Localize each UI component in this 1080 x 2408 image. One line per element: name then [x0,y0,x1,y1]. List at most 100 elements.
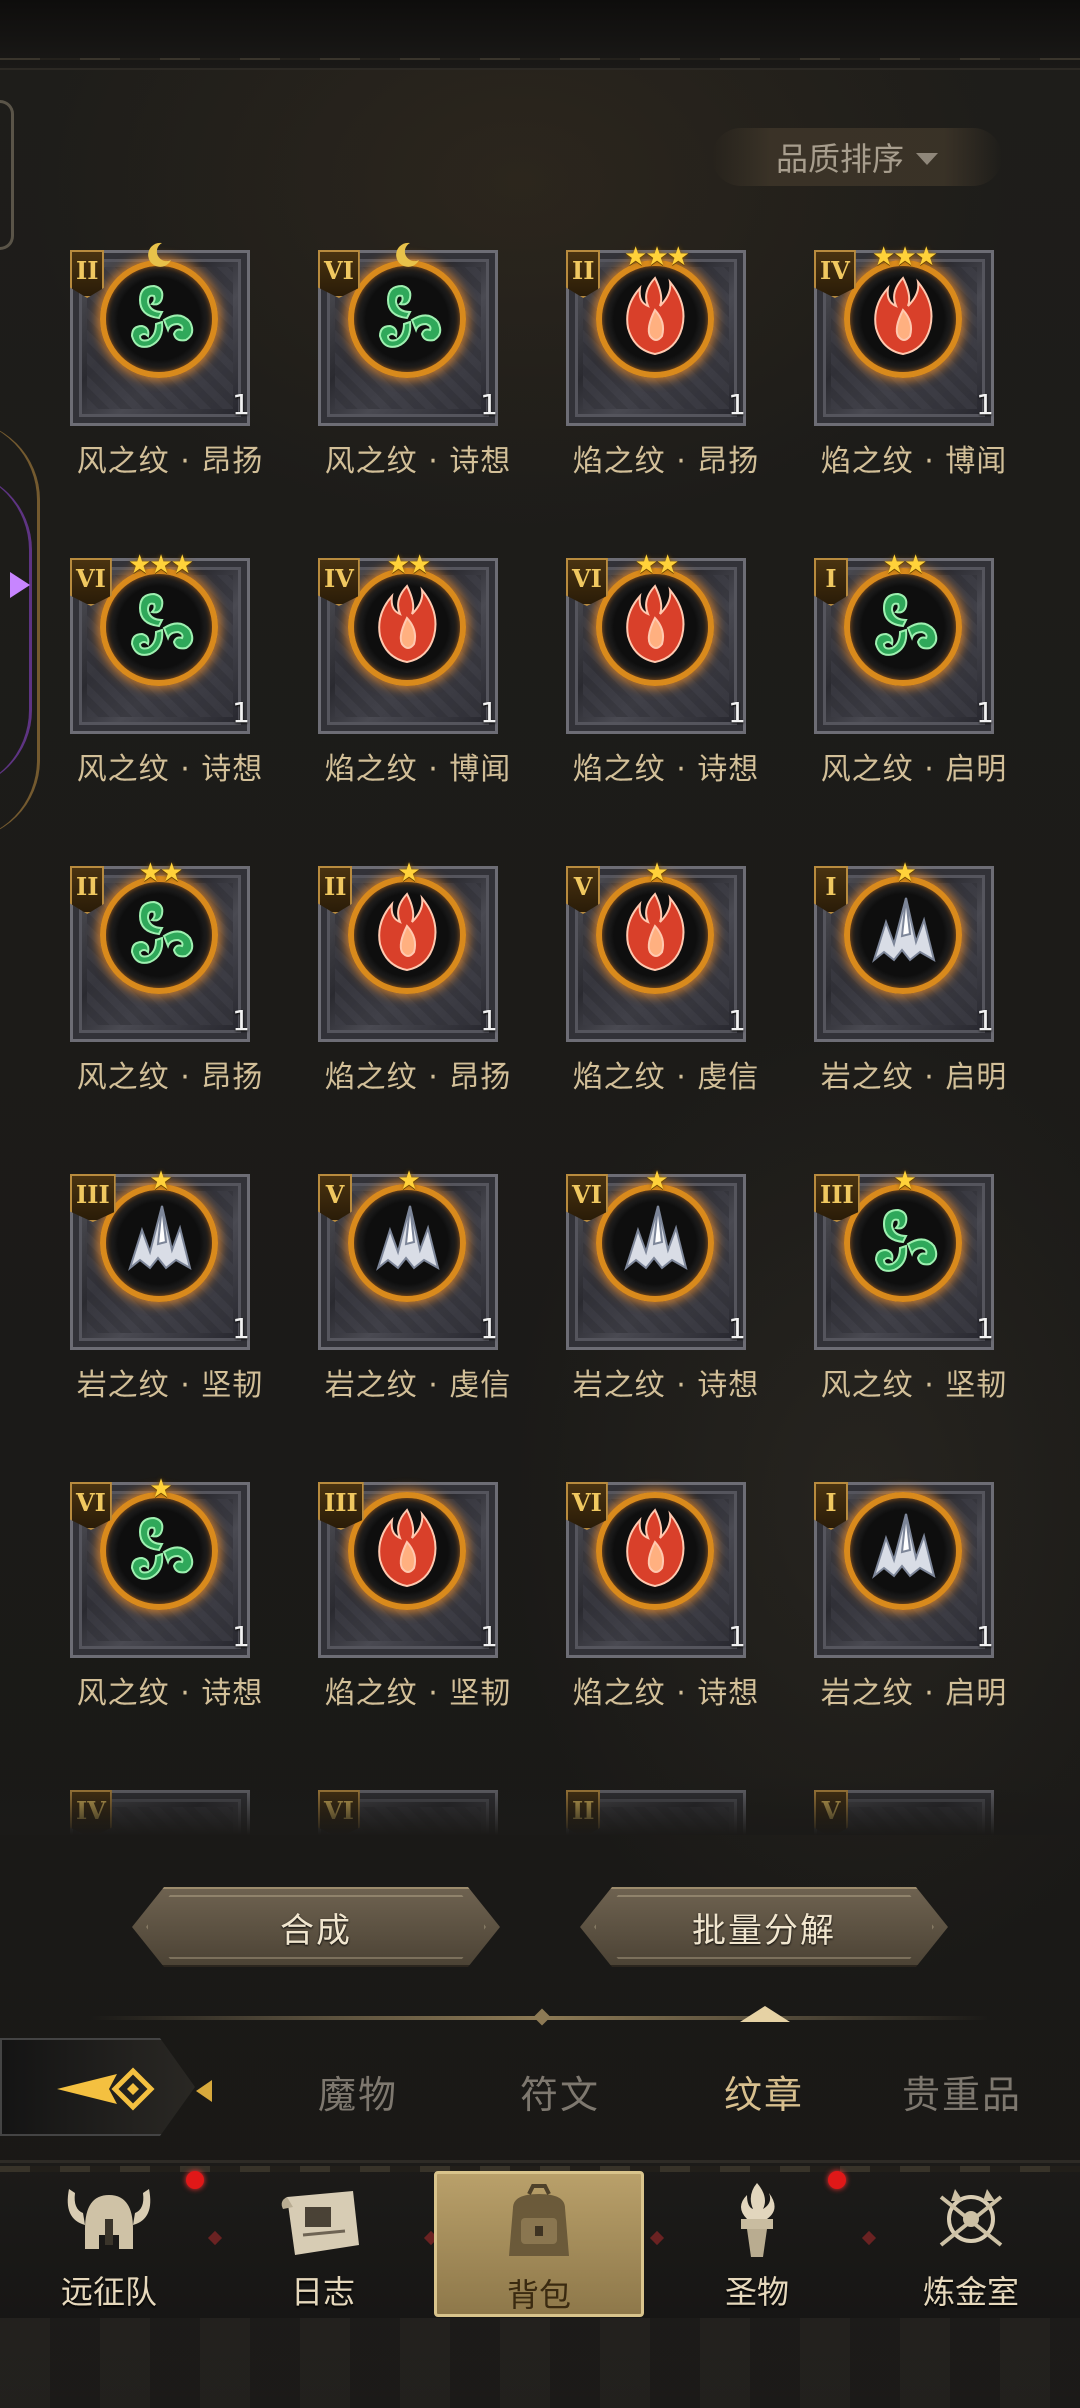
wind-emblem-icon [100,568,218,686]
emblem-slot[interactable]: I ★★ 1 风之纹 · 启明 [792,548,1006,808]
fire-emblem-icon [348,1492,466,1610]
active-tab-indicator [740,2006,790,2022]
rock-emblem-icon [100,1184,218,1302]
compose-button[interactable]: 合成 [132,1887,500,1967]
emblem-name: 焰之纹 · 昂扬 [572,444,760,479]
item-count: 1 [480,388,498,421]
rock-emblem-icon [844,876,962,994]
emblem-name: 风之纹 · 诗想 [76,1676,264,1711]
emblem-name: 风之纹 · 诗想 [76,752,264,787]
star-rating-icon: ★ [149,1474,172,1504]
emblem-slot[interactable]: II ★★★ 1 焰之纹 · 昂扬 [544,240,758,500]
viking-helmet-icon [67,2189,151,2249]
emblem-slot[interactable]: VI ★ 1 风之纹 · 诗想 [48,1472,262,1732]
fire-emblem-icon [596,876,714,994]
emblem-name: 焰之纹 · 诗想 [572,752,760,787]
emblem-slot[interactable]: IV ★★ 1 焰之纹 · 博闻 [296,548,510,808]
star-rating-icon: ★★ [386,550,432,580]
emblem-slot[interactable]: V ★ 1 焰之纹 · 虔信 [544,856,758,1116]
top-border [0,0,1080,70]
item-count: 1 [976,1620,994,1653]
emblem-name: 风之纹 · 昂扬 [76,444,264,479]
emblem-slot[interactable]: IV ★★★ 1 焰之纹 · 博闻 [792,240,1006,500]
star-rating-icon: ★ [893,1166,916,1196]
nav-relics[interactable]: 圣物 [652,2171,862,2317]
emblem-slot[interactable]: V ★ 1 岩之纹 · 虔信 [296,1164,510,1424]
torch-icon [741,2183,775,2257]
emblem-slot[interactable]: I ★ 1 岩之纹 · 启明 [792,856,1006,1116]
tab-monsters[interactable]: 魔物 [318,2064,398,2119]
crescent-icon [144,240,174,270]
item-count: 1 [728,696,746,729]
nav-alchemy[interactable]: 炼金室 [866,2171,1076,2317]
side-panel-edge [0,100,14,250]
emblem-name: 风之纹 · 启明 [820,752,1008,787]
emblem-name: 岩之纹 · 坚韧 [76,1368,264,1403]
item-count: 1 [728,1620,746,1653]
rock-emblem-icon [596,1184,714,1302]
nav-backpack[interactable]: 背包 [434,2171,644,2317]
item-count: 1 [976,1312,994,1345]
wind-emblem-icon [100,876,218,994]
item-count: 1 [480,696,498,729]
nav-label: 背包 [506,2276,571,2314]
item-count: 1 [976,696,994,729]
nav-journal[interactable]: 日志 [218,2171,428,2317]
notification-badge [828,2171,846,2189]
item-count: 1 [232,1620,250,1653]
emblem-grid: II 1 风之纹 · 昂扬 VI 1 风之纹 · 诗想 II ★★★ 1 焰之纹 · 昂扬 IV ★★… [0,240,1080,1835]
emblem-slot[interactable]: II 1 风之纹 · 昂扬 [48,240,262,500]
fire-emblem-icon [348,876,466,994]
emblem-name: 风之纹 · 昂扬 [76,1060,264,1095]
alchemy-icon [939,2189,1003,2247]
emblem-slot[interactable]: VI ★★★ 1 风之纹 · 诗想 [48,548,262,808]
star-rating-icon: ★★ [138,858,184,888]
emblem-slot[interactable]: II ★★ 1 风之纹 · 昂扬 [48,856,262,1116]
item-count: 1 [232,696,250,729]
emblem-name: 岩之纹 · 启明 [820,1676,1008,1711]
emblem-slot[interactable]: VI 1 焰之纹 · 诗想 [544,1472,758,1732]
emblem-name: 焰之纹 · 坚韧 [324,1676,512,1711]
batch-decompose-button[interactable]: 批量分解 [580,1887,948,1967]
category-tabs: 魔物 符文 纹章 贵重品 [0,2030,1080,2150]
tab-runes[interactable]: 符文 [520,2064,600,2119]
item-count: 1 [480,1004,498,1037]
arrow-left-icon [57,2067,155,2111]
wind-emblem-icon [844,568,962,686]
star-rating-icon: ★★★ [128,550,194,580]
emblem-name: 岩之纹 · 虔信 [324,1368,512,1403]
emblem-slot[interactable]: III 1 焰之纹 · 坚韧 [296,1472,510,1732]
chevron-down-icon [916,153,938,165]
emblem-name: 焰之纹 · 诗想 [572,1676,760,1711]
emblem-name: 焰之纹 · 博闻 [324,752,512,787]
emblem-slot[interactable]: III ★ 1 风之纹 · 坚韧 [792,1164,1006,1424]
star-rating-icon: ★★★ [872,242,938,272]
back-button[interactable] [0,2038,195,2136]
emblem-name: 风之纹 · 诗想 [324,444,512,479]
star-rating-icon: ★ [149,1166,172,1196]
star-rating-icon: ★ [397,858,420,888]
emblem-slot[interactable]: I 1 岩之纹 · 启明 [792,1472,1006,1732]
star-rating-icon: ★★ [634,550,680,580]
fire-emblem-icon [596,1492,714,1610]
emblem-slot[interactable]: II ★ 1 焰之纹 · 昂扬 [296,856,510,1116]
tab-valuables[interactable]: 贵重品 [902,2064,1022,2119]
emblem-name: 焰之纹 · 昂扬 [324,1060,512,1095]
emblem-slot[interactable]: VI 1 风之纹 · 诗想 [296,240,510,500]
nav-label: 远征队 [60,2273,157,2311]
sort-dropdown[interactable]: 品质排序 [712,128,1002,186]
emblem-slot[interactable]: VI ★★ 1 焰之纹 · 诗想 [544,548,758,808]
nav-label: 圣物 [724,2273,789,2311]
emblem-name: 风之纹 · 坚韧 [820,1368,1008,1403]
nav-label: 日志 [290,2273,355,2311]
emblem-slot[interactable]: III ★ 1 岩之纹 · 坚韧 [48,1164,262,1424]
fire-emblem-icon [348,568,466,686]
emblem-slot[interactable]: VI ★ 1 岩之纹 · 诗想 [544,1164,758,1424]
star-rating-icon: ★★ [882,550,928,580]
emblem-name: 焰之纹 · 虔信 [572,1060,760,1095]
bottom-nav: 远征队 日志 背包 圣物 炼金室 [0,2160,1080,2408]
tab-emblems[interactable]: 纹章 [724,2064,804,2119]
nav-expedition[interactable]: 远征队 [4,2171,214,2317]
crescent-icon [392,240,422,270]
item-count: 1 [480,1312,498,1345]
